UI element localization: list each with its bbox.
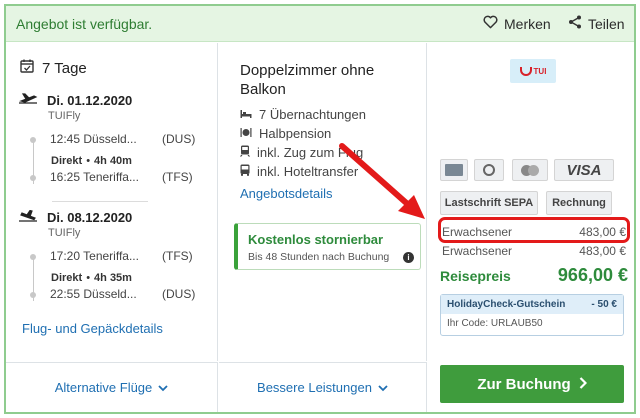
traveler-price: 483,00 € [579,244,626,258]
alternative-flights-button[interactable]: Alternative Flüge [6,362,218,412]
return-direct: Direkt [51,272,83,284]
mastercard-badge [512,159,548,181]
book-label: Zur Buchung [477,375,571,393]
timeline-dot [30,292,36,298]
timeline-dot [30,137,36,143]
feature-label: inkl. Zug zum Flug [257,145,364,160]
cancellation-subtitle: Bis 48 Stunden nach Buchung [248,251,390,263]
duration-label: 7 Tage [42,59,87,77]
diners-club-icon [483,164,495,176]
mastercard-icon [521,164,539,176]
trip-duration: 7 Tage [20,59,87,77]
operator-name: TUI [533,66,547,76]
feature-board: Halbpension [240,124,366,143]
offer-header: Angebot ist verfügbar. Merken Teilen [6,6,634,42]
info-icon[interactable]: i [403,252,414,263]
feature-list: 7 Übernachtungen Halbpension inkl. Zug z… [240,105,366,181]
teilen-label: Teilen [588,15,625,32]
feature-label: inkl. Hoteltransfer [257,164,359,179]
cancellation-title: Kostenlos stornierbar [248,232,384,247]
better-services-button[interactable]: Bessere Leistungen [219,362,427,412]
chevron-down-icon [378,380,388,395]
feature-nights: 7 Übernachtungen [240,105,366,124]
return-departure: 17:20 Teneriffa... [50,249,139,263]
return-date: Di. 08.12.2020 [47,210,133,225]
price-row: Erwachsener 483,00 € [442,244,626,258]
tui-logo: TUI [510,59,556,83]
flights-column: 7 Tage Di. 01.12.2020 TUIFly 12:45 Düsse… [6,43,218,361]
return-flight-duration: 4h 35m [94,272,132,284]
traveler-label: Erwachsener [442,244,513,258]
return-departure-code: (TFS) [162,249,193,263]
offer-details-link[interactable]: Angebotsdetails [240,186,333,201]
merken-label: Merken [504,15,551,32]
plane-landing-icon [18,209,38,225]
book-button[interactable]: Zur Buchung [440,365,624,403]
outbound-airline: TUIFly [48,110,81,122]
bed-icon [240,107,252,122]
divider [52,201,148,202]
outbound-flight-duration: 4h 40m [94,155,132,167]
timeline-dot [30,254,36,260]
offer-card: Angebot ist verfügbar. Merken Teilen 7 T… [4,4,636,414]
feature-train: inkl. Zug zum Flug [240,143,366,162]
feature-transfer: inkl. Hoteltransfer [240,162,366,181]
outbound-departure: 12:45 Düsseld... [50,132,137,146]
room-type: Doppelzimmer ohne Balkon [240,62,375,98]
feature-label: 7 Übernachtungen [259,107,366,122]
timeline-dot [30,175,36,181]
heart-icon [483,15,498,32]
flight-baggage-details-link[interactable]: Flug- und Gepäckdetails [22,321,163,336]
hotel-column: Doppelzimmer ohne Balkon 7 Übernachtunge… [219,43,427,361]
outbound-arrival-code: (TFS) [162,170,193,184]
return-flight: Di. 08.12.2020 TUIFly 17:20 Teneriffa...… [18,209,208,307]
pricing-column: TUI VISA Lastschrift SEPA Rechnung Erwac… [428,43,634,412]
merken-button[interactable]: Merken [483,15,551,32]
alternative-flights-label: Alternative Flüge [54,380,153,395]
total-label: Reisepreis [440,268,511,284]
outbound-arrival: 16:25 Teneriffa... [50,170,139,184]
return-arrival-code: (DUS) [162,287,196,301]
feature-label: Halbpension [259,126,332,141]
chevron-down-icon [158,380,168,395]
voucher-code: Ihr Code: URLAUB50 [447,318,543,329]
diners-club-badge [474,159,504,181]
availability-text: Angebot ist verfügbar. [16,16,153,32]
teilen-button[interactable]: Teilen [568,15,625,32]
cutlery-icon [240,126,252,141]
sepa-badge: Lastschrift SEPA [440,191,538,215]
voucher-box: HolidayCheck-Gutschein - 50 € Ihr Code: … [440,294,624,336]
return-airline: TUIFly [48,227,81,239]
total-price: Reisepreis 966,00 € [440,265,628,286]
outbound-date: Di. 01.12.2020 [47,93,133,108]
share-icon [568,15,582,32]
tui-smile-icon [519,66,532,76]
visa-badge: VISA [554,159,614,181]
calendar-icon [20,59,34,77]
bus-icon [240,164,250,179]
outbound-flight: Di. 01.12.2020 TUIFly 12:45 Düsseld... (… [18,93,208,190]
voucher-amount: - 50 € [591,299,617,310]
outbound-departure-code: (DUS) [162,132,196,146]
free-cancellation-box: Kostenlos stornierbar Bis 48 Stunden nac… [234,223,421,270]
train-icon [240,145,250,160]
amex-card-icon [445,164,463,176]
highlight-box [438,217,630,243]
outbound-direct: Direkt [51,155,83,167]
return-arrival: 22:55 Düsseld... [50,287,137,301]
better-services-label: Bessere Leistungen [257,380,372,395]
total-value: 966,00 € [557,265,628,285]
chevron-right-icon [579,376,587,393]
invoice-badge: Rechnung [546,191,612,215]
plane-takeoff-icon [18,93,38,108]
voucher-title: HolidayCheck-Gutschein [447,299,566,310]
amex-badge [440,159,468,181]
